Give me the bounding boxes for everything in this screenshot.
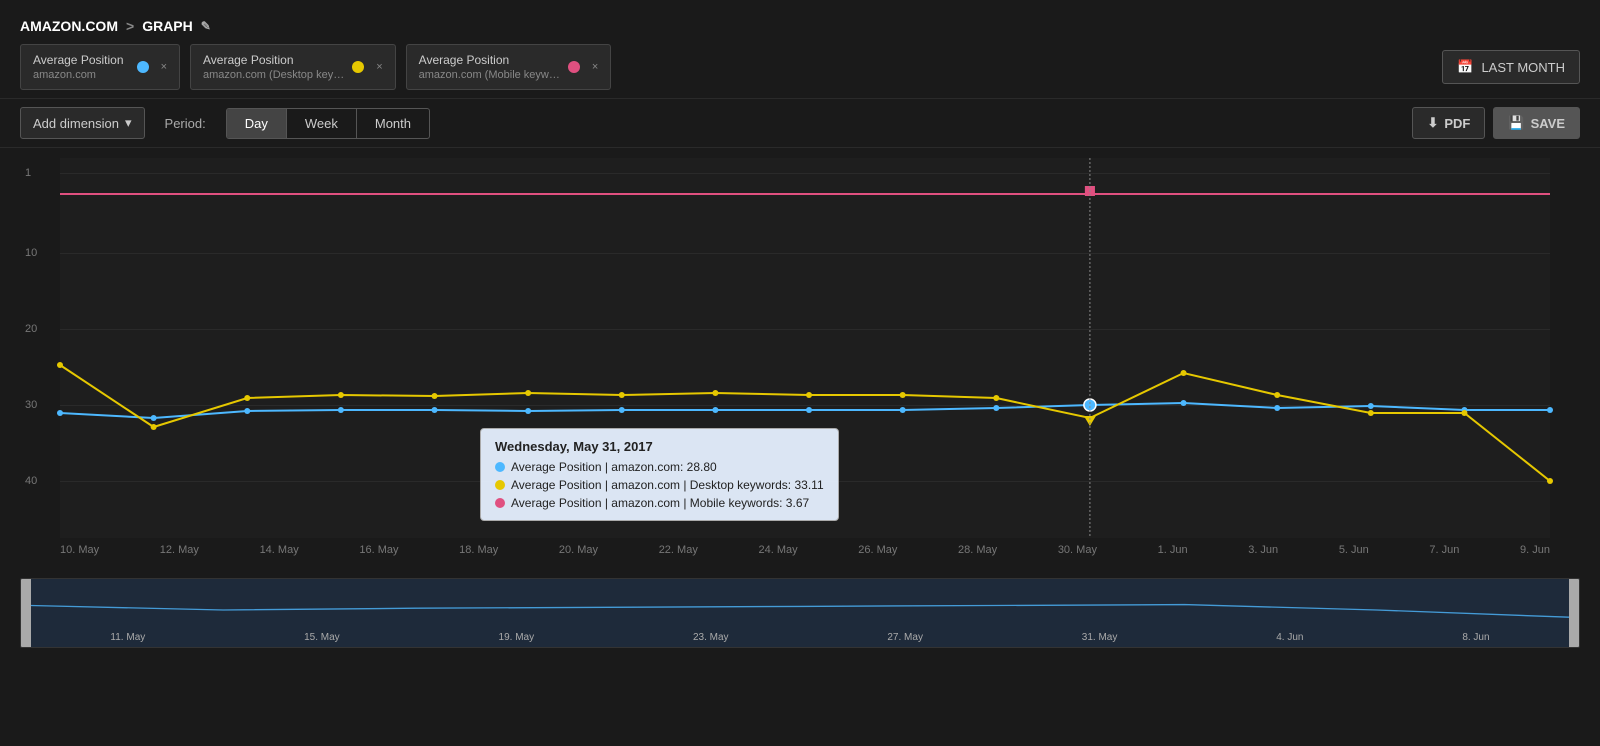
metric-label-1: Average Position [203,53,344,67]
x-axis: 10. May 12. May 14. May 16. May 18. May … [60,538,1550,556]
x-label-9: 28. May [958,544,997,556]
save-button[interactable]: 💾 SAVE [1493,107,1580,139]
breadcrumb-page: GRAPH [142,18,193,34]
metric-close-2[interactable]: × [592,61,598,73]
metric-label-0: Average Position [33,53,129,67]
pdf-button[interactable]: ⬇ PDF [1412,107,1485,139]
nav-x-label-5: 31. May [1082,632,1118,643]
period-label: Period: [165,116,206,131]
add-dimension-label: Add dimension [33,116,119,131]
x-label-11: 1. Jun [1158,544,1188,556]
metric-dot-2 [568,61,580,73]
navigator-svg [31,583,1569,628]
x-label-15: 9. Jun [1520,544,1550,556]
metric-sub-0: amazon.com [33,69,129,81]
nav-x-label-6: 4. Jun [1276,632,1303,643]
calendar-icon: 📅 [1457,59,1473,75]
nav-x-label-0: 11. May [110,632,145,643]
metric-dot-1 [352,61,364,73]
nav-x-label-2: 19. May [499,632,535,643]
blue-highlight-dot [1084,399,1096,411]
metric-chip-2: Average Position amazon.com (Mobile keyw… [406,44,612,90]
download-icon: ⬇ [1427,115,1438,131]
navigator[interactable]: 11. May 15. May 19. May 23. May 27. May … [20,578,1580,648]
x-label-0: 10. May [60,544,99,556]
metric-dot-0 [137,61,149,73]
navigator-handle-left[interactable] [21,579,31,647]
app-container: AMAZON.COM > GRAPH ✎ Average Position am… [0,0,1600,648]
nav-x-label-1: 15. May [304,632,340,643]
x-label-6: 22. May [659,544,698,556]
navigator-x-labels: 11. May 15. May 19. May 23. May 27. May … [21,632,1579,643]
period-buttons: Day Week Month [226,108,430,139]
x-label-8: 26. May [858,544,897,556]
tooltip-dot-2 [495,498,505,508]
metric-sub-1: amazon.com (Desktop key… [203,69,344,81]
header: AMAZON.COM > GRAPH ✎ [0,0,1600,44]
tooltip-label-1: Average Position | amazon.com | Desktop … [511,478,824,492]
edit-icon[interactable]: ✎ [201,19,211,33]
pdf-label: PDF [1444,116,1470,131]
tooltip-item-1: Average Position | amazon.com | Desktop … [495,478,824,492]
save-icon: 💾 [1508,115,1524,131]
x-label-1: 12. May [160,544,199,556]
chart-container: Position Analytics Data 1 10 20 30 40 [0,148,1600,578]
x-label-14: 7. Jun [1429,544,1459,556]
period-month-button[interactable]: Month [357,109,429,138]
breadcrumb-site: AMAZON.COM [20,18,118,34]
x-label-7: 24. May [758,544,797,556]
x-label-10: 30. May [1058,544,1097,556]
metric-label-2: Average Position [419,53,560,67]
metric-close-0[interactable]: × [161,61,167,73]
chart-area[interactable]: 1 10 20 30 40 [60,158,1550,538]
tooltip: Wednesday, May 31, 2017 Average Position… [480,428,839,521]
last-month-button[interactable]: 📅 LAST MONTH [1442,50,1580,84]
add-dimension-button[interactable]: Add dimension ▾ [20,107,145,139]
last-month-label: LAST MONTH [1481,60,1565,75]
tooltip-item-2: Average Position | amazon.com | Mobile k… [495,496,824,510]
x-label-4: 18. May [459,544,498,556]
x-label-13: 5. Jun [1339,544,1369,556]
yellow-highlight-dot [1084,416,1096,426]
tooltip-dot-0 [495,462,505,472]
x-label-2: 14. May [260,544,299,556]
period-week-button[interactable]: Week [287,109,357,138]
metric-chip-0: Average Position amazon.com × [20,44,180,90]
tooltip-item-0: Average Position | amazon.com: 28.80 [495,460,824,474]
x-label-5: 20. May [559,544,598,556]
nav-x-label-4: 27. May [887,632,923,643]
tooltip-label-2: Average Position | amazon.com | Mobile k… [511,496,809,510]
metric-close-1[interactable]: × [376,61,382,73]
period-day-button[interactable]: Day [227,109,287,138]
x-label-12: 3. Jun [1248,544,1278,556]
navigator-handle-right[interactable] [1569,579,1579,647]
tooltip-date: Wednesday, May 31, 2017 [495,439,824,454]
metric-sub-2: amazon.com (Mobile keyw… [419,69,560,81]
chevron-down-icon: ▾ [125,115,132,131]
tooltip-label-0: Average Position | amazon.com: 28.80 [511,460,717,474]
tooltip-dot-1 [495,480,505,490]
nav-x-label-7: 8. Jun [1462,632,1489,643]
x-label-3: 16. May [359,544,398,556]
breadcrumb: AMAZON.COM > GRAPH ✎ [20,18,211,34]
metric-chip-1: Average Position amazon.com (Desktop key… [190,44,396,90]
nav-x-label-3: 23. May [693,632,729,643]
save-label: SAVE [1531,116,1565,131]
breadcrumb-separator: > [126,18,134,34]
toolbar: Add dimension ▾ Period: Day Week Month ⬇… [0,98,1600,148]
